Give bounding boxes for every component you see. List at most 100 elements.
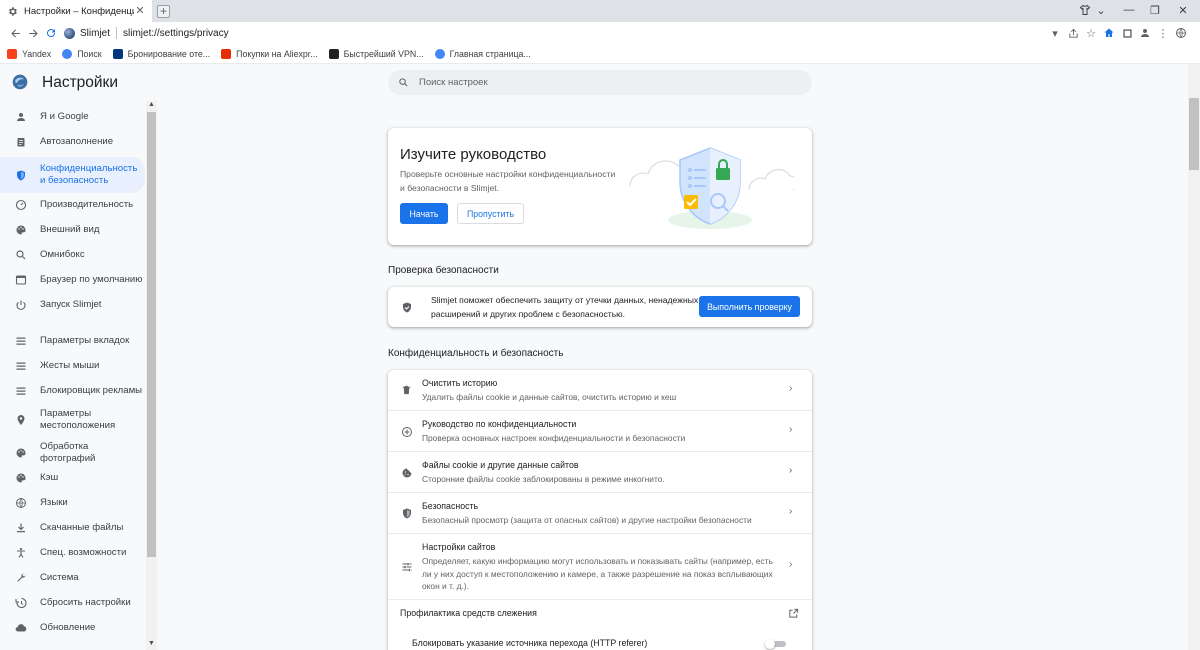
sidebar-item-omnibox[interactable]: Омнибокс [0,245,145,265]
sidebar-item-downloads[interactable]: Скачанные файлы [0,518,145,538]
sidebar-item-default-browser[interactable]: Браузер по умолчанию [0,270,145,290]
dropdown-arrow-icon[interactable]: ▾ [1046,24,1064,42]
trash-icon [400,383,413,396]
bookmarks-bar: Yandex Поиск Бронирование оте... Покупки… [0,44,1200,64]
sidebar-item-tab-settings[interactable]: Параметры вкладок [0,331,145,351]
photo-icon [15,447,27,459]
yandex-icon [7,48,17,59]
bookmark-search[interactable]: Поиск [62,48,102,59]
share-icon[interactable] [1064,24,1082,42]
privacy-section-title: Конфиденциальность и безопасность [388,348,564,359]
sidebar-item-mouse-gestures[interactable]: Жесты мыши [0,356,145,376]
chevron-down-icon[interactable]: ⌄ [1088,0,1114,20]
sidebar-item-photo-processing[interactable]: Обработка фотографий [0,441,145,464]
sidebar-item-startup[interactable]: Запуск Slimjet [0,295,145,315]
tracking-prevention-label: Профилактика средств слежения [400,608,537,618]
sidebar-item-privacy[interactable]: Конфиденциальность и безопасность [0,157,145,193]
palette-icon [15,224,27,236]
sidebar-scrollbar[interactable]: ▲ ▼ [146,101,157,650]
reload-button[interactable] [42,24,60,42]
privacy-row-site-settings[interactable]: Настройки сайтов Определяет, какую инфор… [388,533,812,599]
settings-page: Настройки Поиск настроек Я и Google Авто… [0,64,1200,650]
tab-title: Настройки – Конфиденциальность [24,5,134,17]
menu-icon[interactable]: ⋮ [1154,24,1172,42]
extension-icon[interactable] [1118,24,1136,42]
home-icon[interactable] [1100,24,1118,42]
sidebar-item-autofill[interactable]: Автозаполнение [0,132,145,152]
sidebar-item-location[interactable]: Параметры местоположения [0,405,145,435]
maximize-button[interactable]: ❐ [1142,0,1168,20]
sidebar-item-performance[interactable]: Производительность [0,195,145,215]
sidebar-item-you-and-google[interactable]: Я и Google [0,107,145,127]
sliders-icon [400,560,413,573]
omnibox-site-name: Slimjet [80,27,111,39]
skip-button[interactable]: Пропустить [457,203,524,224]
speedometer-icon [15,199,27,211]
profile-icon[interactable] [1136,24,1154,42]
bookmark-star-icon[interactable]: ☆ [1082,24,1100,42]
http-referer-toggle[interactable] [765,639,786,649]
sidebar-item-cache[interactable]: Кэш [0,468,145,488]
scroll-up-arrow[interactable]: ▲ [146,101,157,111]
accessibility-icon [15,547,27,559]
start-button[interactable]: Начать [400,203,448,224]
security-shield-icon [400,507,413,520]
promo-title: Изучите руководство [400,146,547,163]
chevron-right-icon: › [789,383,793,394]
close-window-button[interactable]: ✕ [1170,0,1196,20]
sidebar-item-update[interactable]: Обновление [0,618,145,638]
minimize-button[interactable]: — [1116,0,1142,20]
sidebar-item-ad-blocker[interactable]: Блокировщик рекламы [0,381,145,401]
privacy-row-security[interactable]: Безопасность Безопасный просмотр (защита… [388,492,812,533]
page-scrollbar[interactable] [1188,64,1200,650]
tab-settings[interactable]: Настройки – Конфиденциальность ✕ [0,0,152,22]
settings-sidebar: Я и Google Автозаполнение Конфиденциальн… [0,101,157,650]
bookmark-vpn[interactable]: Быстрейший VPN... [328,48,424,59]
sidebar-item-system[interactable]: Система [0,568,145,588]
safety-check-description: Slimjet поможет обеспечить защиту от уте… [431,295,699,319]
privacy-row-clear-history[interactable]: Очистить историю Удалить файлы cookie и … [388,370,812,410]
reset-icon [15,597,27,609]
settings-header: Настройки Поиск настроек [0,64,1200,100]
chevron-right-icon: › [789,465,793,476]
chevron-right-icon: › [789,424,793,435]
location-icon [15,414,27,426]
run-safety-check-button[interactable]: Выполнить проверку [699,296,800,317]
sidebar-item-reset[interactable]: Сбросить настройки [0,593,145,613]
scroll-down-arrow[interactable]: ▼ [146,640,157,650]
privacy-row-cookies[interactable]: Файлы cookie и другие данные сайтов Стор… [388,451,812,492]
sidebar-scrollbar-thumb[interactable] [147,112,156,557]
toggle-knob [765,639,775,649]
bookmark-home-page[interactable]: Главная страница... [434,48,531,59]
search-placeholder: Поиск настроек [419,77,488,88]
person-icon [15,111,27,123]
omnibox-url[interactable]: slimjet://settings/privacy [123,28,229,39]
privacy-row-privacy-guide[interactable]: Руководство по конфиденциальности Провер… [388,410,812,451]
page-title: Настройки [42,74,119,91]
privacy-row-http-referer[interactable]: Блокировать указание источника перехода … [388,628,812,650]
privacy-row-tracking-prevention[interactable]: Профилактика средств слежения [388,599,812,628]
sidebar-item-appearance[interactable]: Внешний вид [0,220,145,240]
sidebar-item-languages[interactable]: Языки [0,493,145,513]
external-link-icon[interactable] [788,608,799,619]
privacy-guide-illustration [629,147,794,229]
omnibox[interactable]: Slimjet slimjet://settings/privacy [64,23,1094,43]
settings-search-input[interactable]: Поиск настроек [388,70,812,95]
bookmark-booking[interactable]: Бронирование оте... [112,48,210,59]
bookmark-aliexpress[interactable]: Покупки на Aliexpr... [221,48,318,59]
new-tab-button[interactable]: + [157,5,170,18]
booking-icon [112,48,123,59]
globe-toolbar-icon[interactable] [1172,24,1190,42]
page-scrollbar-thumb[interactable] [1189,98,1199,170]
aliexpress-icon [221,48,232,59]
bookmark-yandex[interactable]: Yandex [7,48,51,59]
power-icon [15,299,27,311]
http-referer-label: Блокировать указание источника перехода … [412,638,648,648]
vpn-icon [328,48,339,59]
sidebar-item-accessibility[interactable]: Спец. возможности [0,543,145,563]
back-button[interactable] [6,24,24,42]
toolbar-actions: ▾ ☆ ⋮ [1046,22,1190,44]
tab-close-icon[interactable]: ✕ [134,5,146,17]
chevron-right-icon: › [789,559,793,570]
forward-button[interactable] [24,24,42,42]
